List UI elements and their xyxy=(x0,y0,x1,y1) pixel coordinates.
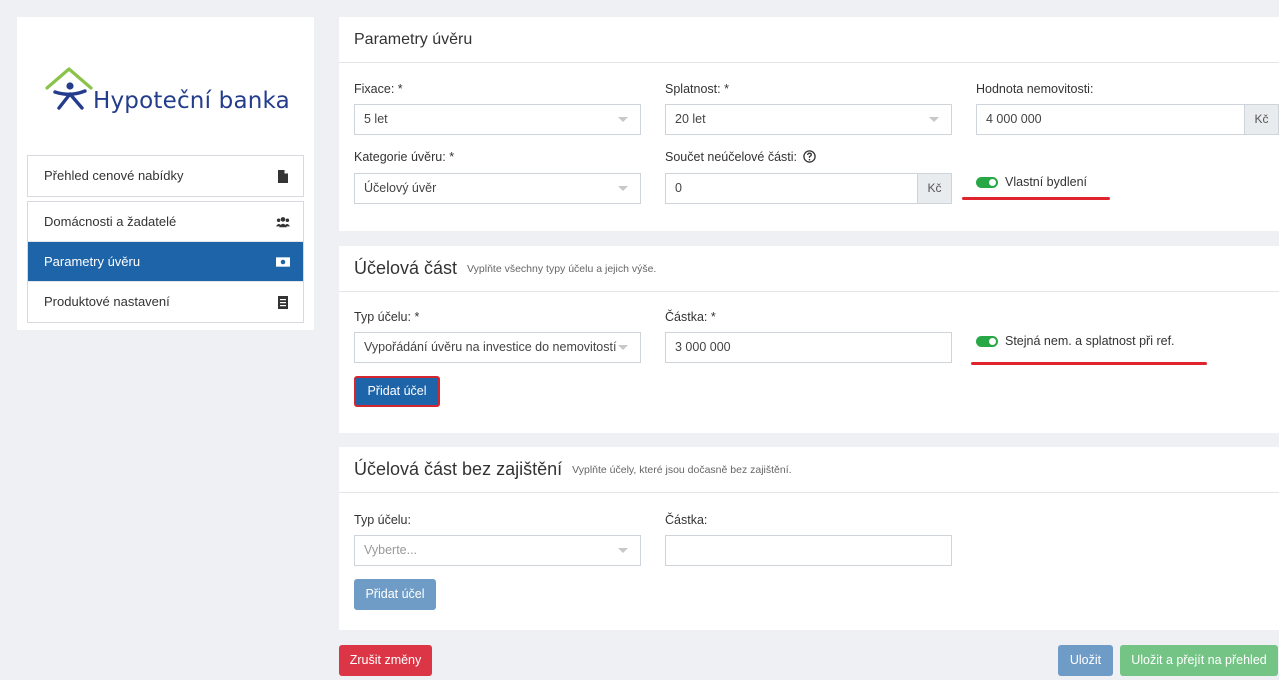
card-title: Účelová část bez zajištění xyxy=(354,459,563,479)
card-subtitle: Vyplňte všechny typy účelu a jejich výše… xyxy=(467,262,657,275)
highlight-underline xyxy=(971,362,1207,365)
unsecured-amount-input[interactable] xyxy=(665,535,952,566)
same-property-toggle[interactable] xyxy=(976,336,998,347)
card-title: Účelová část xyxy=(354,258,458,278)
card-subtitle: Vyplňte účely, které jsou dočasně bez za… xyxy=(572,463,792,476)
splatnost-value: 20 let xyxy=(675,112,706,126)
unsecured-type-label: Typ účelu: xyxy=(354,513,411,527)
sidebar-item-label: Přehled cenové nabídky xyxy=(44,168,184,183)
add-unsecured-purpose-button[interactable]: Přidat účel xyxy=(354,579,436,610)
fixace-value: 5 let xyxy=(364,112,388,126)
sidebar-item-label: Parametry úvěru xyxy=(44,254,141,269)
purpose-type-select[interactable]: Vypořádání úvěru na investice do nemovit… xyxy=(354,332,641,363)
kategorie-value: Účelový úvěr xyxy=(364,181,437,195)
chevron-down-icon xyxy=(618,186,628,191)
sidebar-item-product-settings[interactable]: Produktové nastavení xyxy=(28,282,303,322)
help-icon[interactable] xyxy=(802,150,816,163)
sidebar-item-label: Domácnosti a žadatelé xyxy=(44,214,177,229)
money-icon xyxy=(276,255,290,269)
hodnota-label: Hodnota nemovitosti: xyxy=(976,82,1094,96)
sidebar-item-loan-params[interactable]: Parametry úvěru xyxy=(28,242,303,282)
unsecured-type-select[interactable]: Vyberte... xyxy=(354,535,641,566)
soucet-label: Součet neúčelové části: xyxy=(665,150,816,164)
brand-name: Hypoteční banka xyxy=(93,88,290,114)
highlight-underline xyxy=(962,197,1110,200)
unsecured-card: Účelová část bez zajištění Vyplňte účely… xyxy=(339,447,1279,630)
main-nav: Domácnosti a žadatelé Parametry úvěru Pr… xyxy=(27,201,304,323)
chevron-down-icon xyxy=(618,345,628,350)
splatnost-select[interactable]: 20 let xyxy=(665,104,952,135)
own-housing-toggle[interactable] xyxy=(976,177,998,188)
amount-label: Částka: * xyxy=(665,310,716,324)
document-icon xyxy=(276,169,290,183)
overview-nav: Přehled cenové nabídky xyxy=(27,155,304,197)
purpose-type-value: Vypořádání úvěru na investice do nemovit… xyxy=(364,340,617,354)
currency-addon: Kč xyxy=(917,174,951,203)
purpose-type-label: Typ účelu: * xyxy=(354,310,420,324)
hodnota-value: 4 000 000 xyxy=(986,112,1042,126)
sidebar: Hypoteční banka Přehled cenové nabídky D… xyxy=(17,17,314,330)
soucet-label-text: Součet neúčelové části: xyxy=(665,150,798,164)
unsecured-amount-label: Částka: xyxy=(665,513,708,527)
unsecured-type-placeholder: Vyberte... xyxy=(364,543,418,557)
chevron-down-icon xyxy=(929,117,939,122)
users-icon xyxy=(276,215,290,229)
sidebar-item-label: Produktové nastavení xyxy=(44,294,170,309)
purpose-card: Účelová část Vyplňte všechny typy účelu … xyxy=(339,246,1279,433)
amount-value: 3 000 000 xyxy=(675,340,731,354)
sidebar-item-overview[interactable]: Přehled cenové nabídky xyxy=(28,156,303,196)
card-header: Účelová část bez zajištění Vyplňte účely… xyxy=(339,447,1279,493)
loan-params-card: Parametry úvěru Fixace: * 5 let Splatnos… xyxy=(339,17,1279,231)
save-button[interactable]: Uložit xyxy=(1058,645,1113,676)
chevron-down-icon xyxy=(618,548,628,553)
card-header: Účelová část Vyplňte všechny typy účelu … xyxy=(339,246,1279,292)
kategorie-select[interactable]: Účelový úvěr xyxy=(354,173,641,204)
house-person-logo-icon xyxy=(45,67,93,110)
kategorie-label: Kategorie úvěru: * xyxy=(354,150,455,164)
chevron-down-icon xyxy=(618,117,628,122)
splatnost-label: Splatnost: * xyxy=(665,82,729,96)
hodnota-input[interactable]: 4 000 000 Kč xyxy=(976,104,1279,135)
add-purpose-button[interactable]: Přidat účel xyxy=(354,376,440,407)
sidebar-item-households[interactable]: Domácnosti a žadatelé xyxy=(28,202,303,242)
soucet-input[interactable]: 0 Kč xyxy=(665,173,952,204)
card-title: Parametry úvěru xyxy=(354,30,473,48)
fixace-label: Fixace: * xyxy=(354,82,403,96)
brand-logo: Hypoteční banka xyxy=(45,66,290,116)
same-property-label: Stejná nem. a splatnost při ref. xyxy=(1005,334,1175,348)
own-housing-label: Vlastní bydlení xyxy=(1005,175,1087,189)
amount-input[interactable]: 3 000 000 xyxy=(665,332,952,363)
soucet-value: 0 xyxy=(675,181,682,195)
cancel-changes-button[interactable]: Zrušit změny xyxy=(339,645,432,676)
currency-addon: Kč xyxy=(1244,105,1278,134)
save-and-overview-button[interactable]: Uložit a přejít na přehled xyxy=(1120,645,1278,676)
list-document-icon xyxy=(276,295,290,309)
card-header: Parametry úvěru xyxy=(339,17,1279,63)
fixace-select[interactable]: 5 let xyxy=(354,104,641,135)
